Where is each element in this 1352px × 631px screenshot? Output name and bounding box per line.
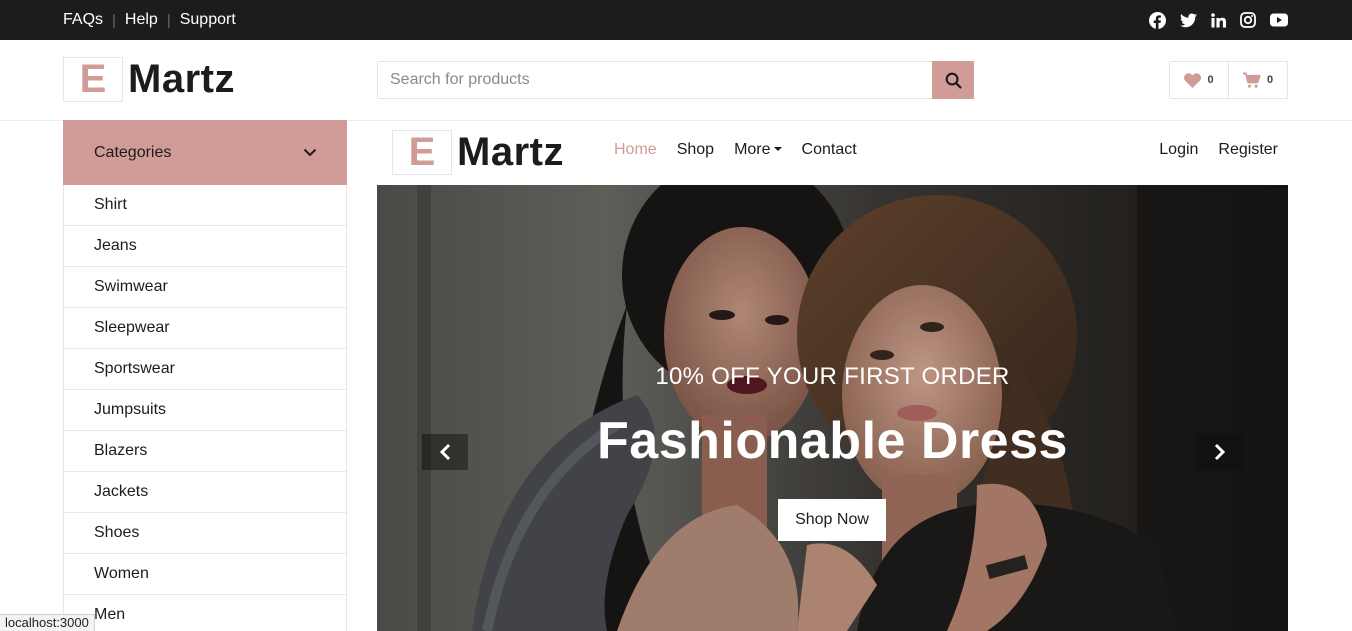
linkedin-icon[interactable] (1211, 12, 1226, 28)
carousel-next-button[interactable] (1197, 434, 1243, 470)
top-links: FAQs | Help | Support (63, 0, 236, 40)
youtube-icon[interactable] (1270, 13, 1288, 27)
header-actions: 0 0 (1169, 61, 1288, 99)
status-bar-url: localhost:3000 (0, 614, 95, 631)
categories-toggle[interactable]: Categories (63, 120, 347, 185)
search-input[interactable] (377, 61, 932, 99)
cart-button[interactable]: 0 (1228, 62, 1287, 98)
logo-word: Martz (128, 57, 235, 101)
navbar-logo[interactable]: E Martz (392, 130, 564, 175)
category-women[interactable]: Women (64, 554, 346, 595)
search-icon (945, 72, 962, 89)
category-shirt[interactable]: Shirt (64, 185, 346, 226)
chevron-left-icon (439, 443, 451, 461)
cart-icon (1242, 72, 1261, 88)
nav-more-dropdown[interactable]: More (734, 141, 782, 159)
instagram-icon[interactable] (1240, 12, 1256, 28)
category-jeans[interactable]: Jeans (64, 226, 346, 267)
category-blazers[interactable]: Blazers (64, 431, 346, 472)
nav-contact[interactable]: Contact (802, 141, 857, 159)
carousel-prev-button[interactable] (422, 434, 468, 470)
category-jumpsuits[interactable]: Jumpsuits (64, 390, 346, 431)
heart-icon (1184, 72, 1202, 88)
category-sportswear[interactable]: Sportswear (64, 349, 346, 390)
hero-headline: Fashionable Dress (597, 412, 1068, 470)
categories-list: Shirt Jeans Swimwear Sleepwear Sportswea… (63, 185, 347, 631)
logo-letter: E (392, 130, 452, 175)
wishlist-button[interactable]: 0 (1170, 62, 1228, 98)
category-men[interactable]: Men (64, 595, 346, 631)
caret-down-icon (773, 146, 782, 151)
search-button[interactable] (932, 61, 974, 99)
account-nav: Login Register (1159, 141, 1278, 159)
hero-image (377, 185, 1288, 631)
category-shoes[interactable]: Shoes (64, 513, 346, 554)
faqs-link[interactable]: FAQs (63, 11, 103, 29)
chevron-down-icon (303, 148, 317, 157)
cart-count: 0 (1266, 74, 1274, 86)
social-links (1149, 0, 1288, 40)
logo-letter: E (63, 57, 123, 102)
site-logo[interactable]: E Martz (63, 57, 235, 102)
hero-promo: 10% OFF YOUR FIRST ORDER (655, 363, 1010, 390)
wishlist-count: 0 (1207, 74, 1214, 86)
main-nav: Home Shop More Contact (614, 141, 857, 159)
nav-shop[interactable]: Shop (677, 141, 714, 159)
help-link[interactable]: Help (125, 11, 158, 29)
categories-title: Categories (94, 143, 172, 161)
nav-register[interactable]: Register (1218, 141, 1278, 159)
chevron-right-icon (1214, 443, 1226, 461)
search-bar (377, 61, 974, 99)
nav-home[interactable]: Home (614, 141, 657, 159)
category-sleepwear[interactable]: Sleepwear (64, 308, 346, 349)
hero-carousel: 10% OFF YOUR FIRST ORDER Fashionable Dre… (377, 185, 1288, 631)
logo-word: Martz (457, 130, 564, 174)
category-swimwear[interactable]: Swimwear (64, 267, 346, 308)
nav-login[interactable]: Login (1159, 141, 1198, 159)
support-link[interactable]: Support (180, 11, 236, 29)
facebook-icon[interactable] (1149, 11, 1166, 29)
twitter-icon[interactable] (1180, 12, 1197, 28)
separator: | (112, 11, 116, 29)
top-bar: FAQs | Help | Support (0, 0, 1352, 40)
separator: | (166, 11, 171, 29)
nav-more-label: More (734, 141, 771, 158)
shop-now-button[interactable]: Shop Now (778, 499, 886, 541)
category-jackets[interactable]: Jackets (64, 472, 346, 513)
